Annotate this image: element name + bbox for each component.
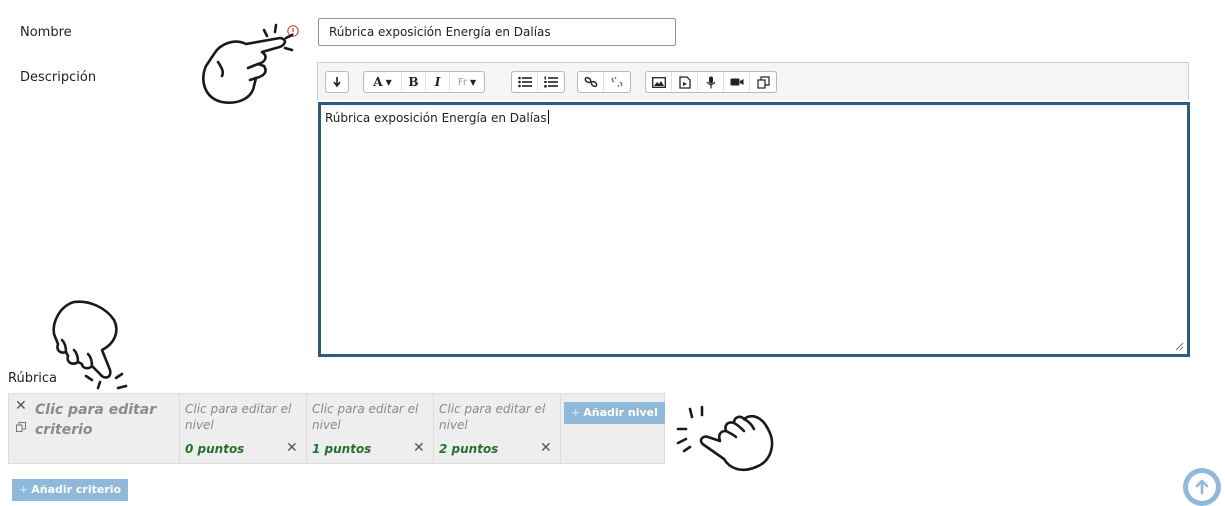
image-icon[interactable] [646,72,672,92]
add-criterion-label: Añadir criterio [31,483,122,496]
rubric-table: ✕ Clic para editar criterio Clic para ed… [8,393,665,464]
level-cell[interactable]: Clic para editar el nivel 1 puntos ✕ [307,394,434,463]
font-color-icon[interactable]: A ▼ [364,72,402,92]
level-cell[interactable]: Clic para editar el nivel 0 puntos ✕ [180,394,307,463]
description-label: Descripción [20,70,97,85]
add-criterion-button[interactable]: + Añadir criterio [12,479,129,501]
pointing-hand-right-icon [202,23,294,104]
manage-files-icon[interactable] [750,72,776,92]
criterion-description[interactable]: Clic para editar criterio [35,400,165,440]
add-level-label: Añadir nivel [583,406,658,419]
toolbar-group-lists [511,71,565,93]
font-size-icon[interactable]: Fr ▼ [450,72,484,92]
level-score[interactable]: 1 puntos [312,442,371,456]
level-score[interactable]: 2 puntos [439,442,498,456]
criterion-cell[interactable]: ✕ Clic para editar criterio [9,394,180,463]
toolbar-group-links [577,71,631,93]
arrow-up-icon [1188,473,1216,501]
level-score[interactable]: 0 puntos [185,442,244,456]
name-label: Nombre [20,25,72,40]
font-color-glyph: A [373,75,383,89]
collapse-icon[interactable] [326,72,348,92]
toolbar-group-style: A ▼ B I Fr ▼ [363,71,485,93]
media-icon[interactable] [672,72,698,92]
level-definition[interactable]: Clic para editar el nivel [439,401,557,433]
editor-toolbar: A ▼ B I Fr ▼ [317,62,1189,100]
add-level-button[interactable]: + Añadir nivel [564,402,665,424]
delete-criterion-icon[interactable]: ✕ [15,398,27,414]
font-size-glyph: Fr [457,76,467,88]
record-audio-icon[interactable] [698,72,724,92]
text-caret [547,110,549,124]
name-input[interactable] [318,18,676,46]
plus-icon: + [19,483,29,496]
ordered-list-icon[interactable] [538,72,564,92]
pointing-hand-down-icon [52,300,128,390]
delete-level-icon[interactable]: ✕ [413,440,425,456]
duplicate-criterion-icon[interactable] [16,422,26,432]
pointing-hand-left-icon [676,405,774,472]
bold-icon[interactable]: B [402,72,426,92]
unlink-icon[interactable] [604,72,630,92]
resize-handle-icon[interactable] [1175,342,1184,351]
delete-level-icon[interactable]: ✕ [286,440,298,456]
description-text: Rúbrica exposición Energía en Dalías [325,111,547,125]
toolbar-group-collapse [325,71,349,93]
plus-icon: + [571,406,581,419]
unordered-list-icon[interactable] [512,72,538,92]
scroll-to-top-button[interactable] [1183,468,1221,506]
delete-level-icon[interactable]: ✕ [540,440,552,456]
toolbar-group-media [645,71,777,93]
record-video-icon[interactable] [724,72,750,92]
link-icon[interactable] [578,72,604,92]
level-definition[interactable]: Clic para editar el nivel [185,401,303,433]
italic-icon[interactable]: I [426,72,450,92]
level-cell[interactable]: Clic para editar el nivel 2 puntos ✕ [434,394,561,463]
description-editor[interactable]: Rúbrica exposición Energía en Dalías [318,102,1190,357]
level-definition[interactable]: Clic para editar el nivel [312,401,430,433]
